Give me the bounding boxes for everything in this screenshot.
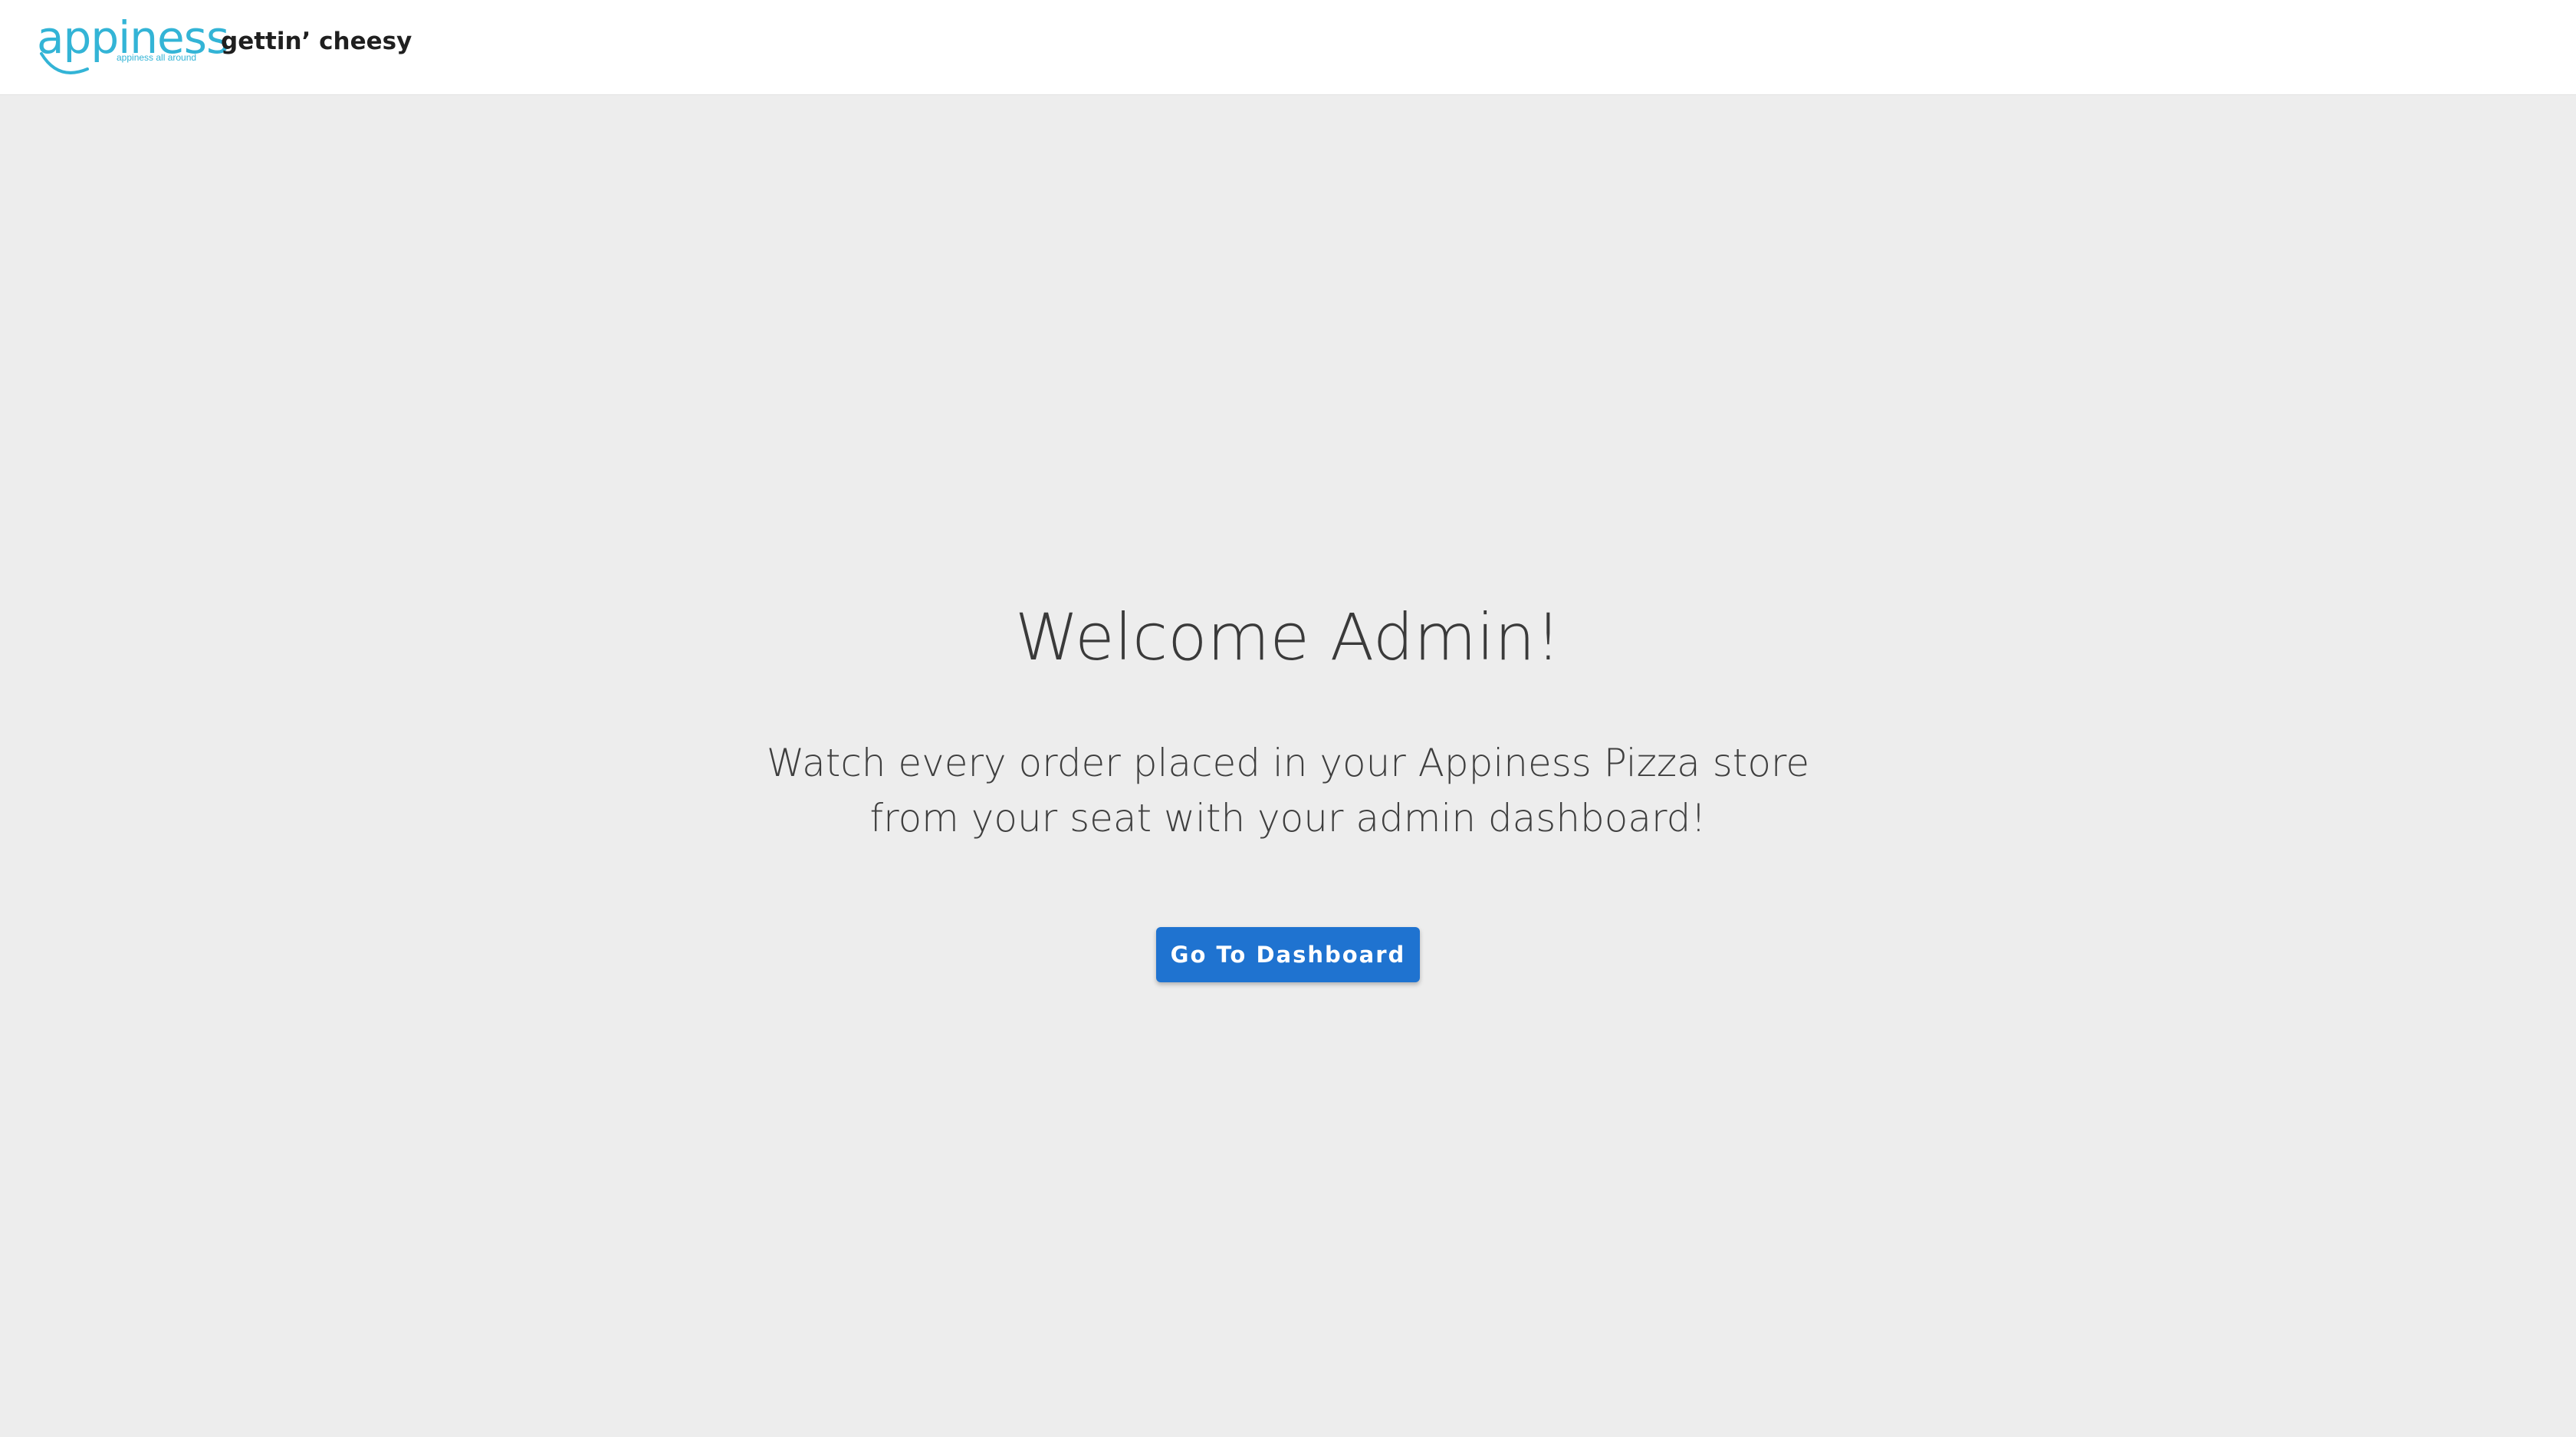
page: appiness appiness all around gettin’ che… [0,0,2576,1437]
top-bar: appiness appiness all around gettin’ che… [0,0,2576,95]
go-to-dashboard-button[interactable]: Go To Dashboard [1156,927,1420,982]
appiness-logo[interactable]: appiness appiness all around [37,15,229,75]
description-line-1: Watch every order placed in your Appines… [766,741,1810,785]
description-line-2: from your seat with your admin dashboard… [869,796,1707,840]
welcome-hero: Welcome Admin! Watch every order placed … [0,95,2576,1437]
smile-curve-icon [40,52,89,74]
logo-tagline: appiness all around [117,52,197,63]
page-title: Welcome Admin! [1014,600,1562,675]
header-subtitle: gettin’ cheesy [221,28,412,55]
